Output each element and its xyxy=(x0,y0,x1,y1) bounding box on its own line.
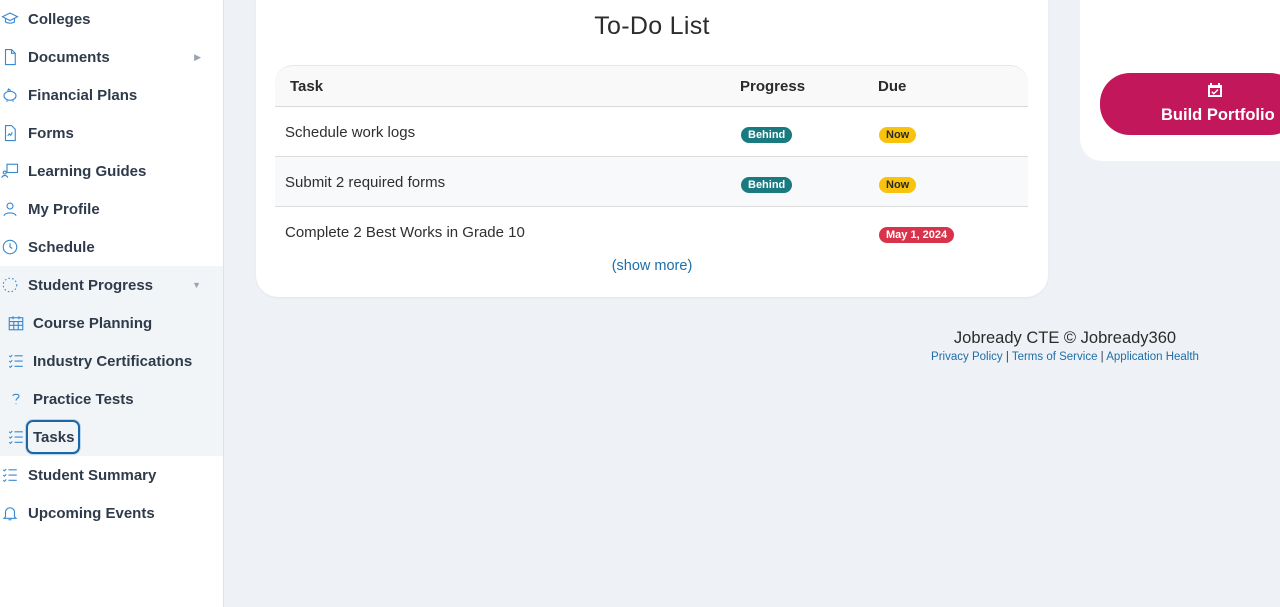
sidebar-item-industry-certifications[interactable]: Industry Certifications xyxy=(0,342,223,380)
question-icon xyxy=(6,389,26,409)
sidebar-item-label: Financial Plans xyxy=(28,86,138,104)
todo-card: To-Do List Task Progress Due Schedule wo… xyxy=(256,0,1048,297)
table-row[interactable]: Complete 2 Best Works in Grade 10 May 1,… xyxy=(275,207,1028,257)
form-icon xyxy=(0,123,20,143)
separator: | xyxy=(1005,351,1009,363)
sidebar-item-upcoming-events[interactable]: Upcoming Events xyxy=(0,494,223,532)
sidebar-item-label: Industry Certifications xyxy=(33,352,193,370)
sidebar-item-label: Course Planning xyxy=(33,314,153,332)
sidebar-item-course-planning[interactable]: Course Planning xyxy=(0,304,223,342)
terms-of-service-link[interactable]: Terms of Service xyxy=(1012,351,1098,363)
sidebar-item-student-summary[interactable]: Student Summary xyxy=(0,456,223,494)
user-icon xyxy=(0,199,20,219)
task-name: Schedule work logs xyxy=(285,124,416,141)
calendar-grid-icon xyxy=(6,313,26,333)
piggy-bank-icon xyxy=(0,85,20,105)
table-header: Task Progress Due xyxy=(275,65,1028,107)
sidebar-item-label: Colleges xyxy=(28,10,91,28)
todo-title: To-Do List xyxy=(594,12,710,40)
sidebar-item-label: Practice Tests xyxy=(33,390,134,408)
table-row[interactable]: Schedule work logs Behind Now xyxy=(275,107,1028,157)
column-header-task: Task xyxy=(290,78,324,95)
show-more-link[interactable]: (show more) xyxy=(256,258,1048,274)
progress-badge: Behind xyxy=(741,177,793,193)
graduation-cap-icon xyxy=(0,9,20,29)
build-portfolio-button[interactable]: Build Portfolio xyxy=(1100,73,1280,135)
table-row[interactable]: Submit 2 required forms Behind Now xyxy=(275,157,1028,207)
sidebar-item-tasks[interactable]: Tasks xyxy=(0,418,223,456)
sidebar-item-documents[interactable]: Documents ▶ xyxy=(0,38,223,76)
sidebar-item-label: My Profile xyxy=(28,200,100,218)
chevron-right-icon: ▶ xyxy=(194,51,201,62)
checklist-icon xyxy=(6,427,26,447)
sidebar-item-schedule[interactable]: Schedule xyxy=(0,228,223,266)
footer-links: Privacy Policy | Terms of Service | Appl… xyxy=(890,351,1240,363)
sidebar-item-colleges[interactable]: Colleges xyxy=(0,0,223,38)
chevron-down-icon: ▼ xyxy=(192,280,201,290)
sidebar-item-label: Student Progress xyxy=(28,276,154,294)
document-icon xyxy=(0,47,20,67)
sidebar-item-practice-tests[interactable]: Practice Tests xyxy=(0,380,223,418)
column-header-due: Due xyxy=(878,78,907,95)
sidebar-item-my-profile[interactable]: My Profile xyxy=(0,190,223,228)
privacy-policy-link[interactable]: Privacy Policy xyxy=(931,351,1003,363)
due-badge: Now xyxy=(879,127,917,143)
separator: | xyxy=(1100,351,1104,363)
sidebar: Colleges Documents ▶ Financial Plans For… xyxy=(0,0,224,607)
calendar-check-icon xyxy=(1207,82,1223,98)
sidebar-item-forms[interactable]: Forms xyxy=(0,114,223,152)
application-health-link[interactable]: Application Health xyxy=(1106,351,1199,363)
sidebar-item-label: Documents xyxy=(28,48,110,66)
sidebar-item-label: Learning Guides xyxy=(28,162,147,180)
sidebar-item-label: Schedule xyxy=(28,238,95,256)
progress-icon xyxy=(0,275,20,295)
checklist-icon xyxy=(6,351,26,371)
todo-table: Task Progress Due Schedule work logs Beh… xyxy=(275,65,1028,257)
sidebar-item-label: Tasks xyxy=(33,428,75,446)
task-name: Submit 2 required forms xyxy=(285,174,446,191)
footer-copyright: Jobready CTE © Jobready360 xyxy=(953,329,1177,347)
sidebar-item-financial-plans[interactable]: Financial Plans xyxy=(0,76,223,114)
clock-icon xyxy=(0,237,20,257)
sidebar-item-student-progress[interactable]: Student Progress ▼ xyxy=(0,266,223,304)
sidebar-item-label: Forms xyxy=(28,124,74,142)
learning-guide-icon xyxy=(0,161,20,181)
due-badge: Now xyxy=(879,177,917,193)
sidebar-item-learning-guides[interactable]: Learning Guides xyxy=(0,152,223,190)
column-header-progress: Progress xyxy=(740,78,806,95)
checklist-icon xyxy=(0,465,20,485)
bell-icon xyxy=(0,503,20,523)
sidebar-item-label: Student Summary xyxy=(28,466,157,484)
task-name: Complete 2 Best Works in Grade 10 xyxy=(285,224,525,241)
sidebar-item-label: Upcoming Events xyxy=(28,504,155,522)
due-badge: May 1, 2024 xyxy=(879,227,955,243)
build-portfolio-label: Build Portfolio xyxy=(1161,106,1275,124)
progress-badge: Behind xyxy=(741,127,793,143)
